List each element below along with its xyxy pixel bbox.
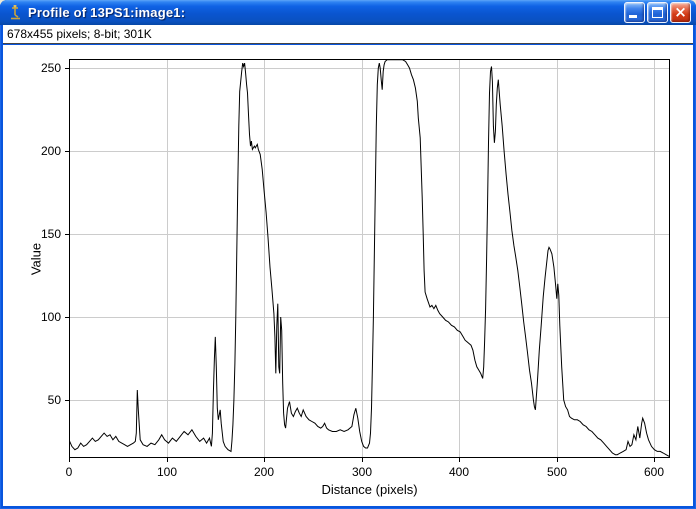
y-tick-label: 50: [27, 393, 61, 407]
x-tick-mark: [69, 458, 70, 462]
x-tick-label: 300: [352, 465, 372, 479]
x-tick-mark: [654, 458, 655, 462]
x-tick-label: 100: [157, 465, 177, 479]
x-tick-label: 0: [66, 465, 73, 479]
x-tick-mark: [557, 458, 558, 462]
x-axis-title: Distance (pixels): [321, 482, 417, 497]
plot-window: Profile of 13PS1:image1: × 678x455 pixel…: [0, 0, 696, 509]
y-tick-label: 100: [27, 310, 61, 324]
x-tick-mark: [362, 458, 363, 462]
y-tick-label: 150: [27, 227, 61, 241]
x-tick-label: 600: [644, 465, 664, 479]
x-tick-mark: [459, 458, 460, 462]
y-tick-label: 200: [27, 144, 61, 158]
y-tick-label: 250: [27, 61, 61, 75]
x-tick-label: 400: [449, 465, 469, 479]
x-tick-mark: [167, 458, 168, 462]
x-tick-label: 200: [254, 465, 274, 479]
plot-area: Value Distance (pixels) 0 100 200 300 400 500…: [0, 0, 696, 509]
profile-curve: [69, 59, 670, 458]
x-tick-mark: [264, 458, 265, 462]
y-axis-title: Value: [29, 242, 44, 274]
screen: Profile of 13PS1:image1: × 678x455 pixel…: [0, 0, 696, 509]
x-tick-label: 500: [547, 465, 567, 479]
